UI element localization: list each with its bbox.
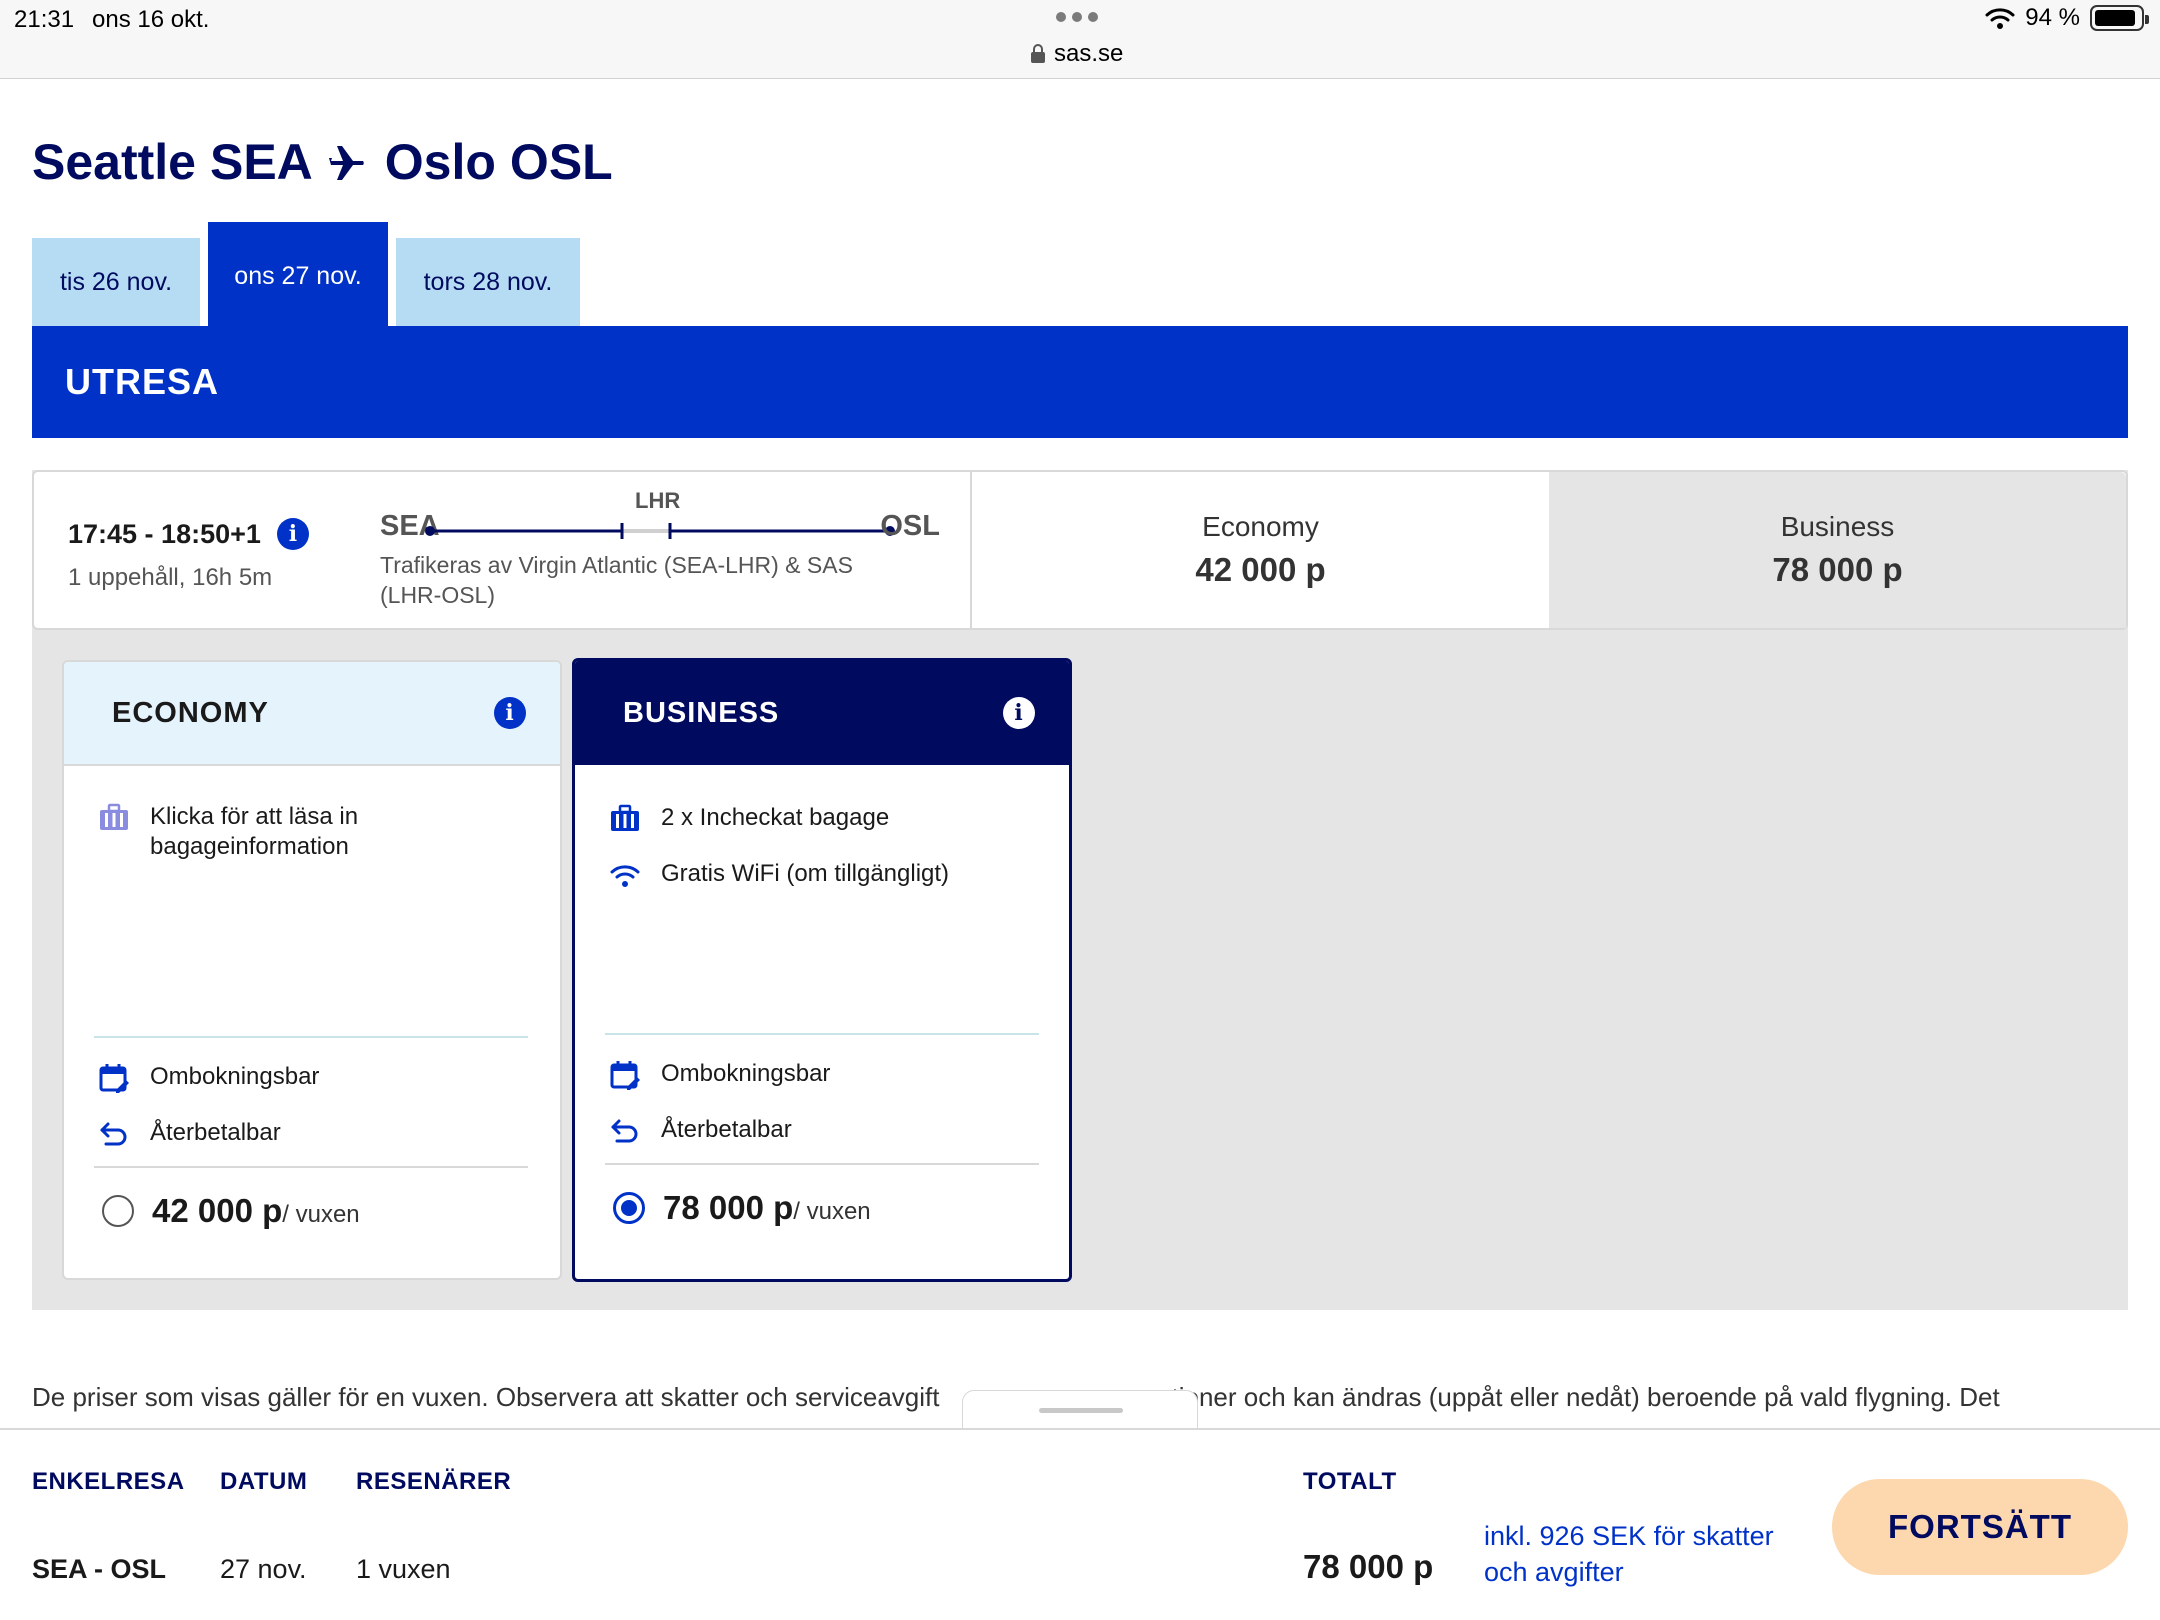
summary-travellers-label: RESENÄRER — [356, 1468, 512, 1495]
disclaimer-text-rest: tioner och kan ändras (uppåt eller nedåt… — [1171, 1382, 2000, 1412]
flight-stops: 1 uppehåll, 16h 5m — [68, 564, 273, 591]
origin-city: Seattle — [32, 134, 196, 190]
feature-rebookable: Ombokningsbar — [609, 1059, 830, 1091]
tab-options-dots-icon[interactable] — [1056, 12, 1098, 22]
feature-text: Ombokningsbar — [150, 1063, 320, 1090]
flight-time: 17:45 - 18:50+1 i — [68, 518, 309, 550]
calendar-edit-icon — [99, 1064, 129, 1093]
feature-text: Klicka för att läsa in bagageinformation — [150, 803, 359, 860]
status-bar: 21:31 ons 16 okt. sas.se 94 % — [0, 0, 2160, 79]
disclaimer-text: De priser som visas gäller för en vuxen.… — [32, 1382, 940, 1412]
fare-radio-economy[interactable] — [102, 1195, 134, 1227]
operated-by: Trafikeras av Virgin Atlantic (SEA-LHR) … — [380, 552, 853, 608]
fare-price-economy[interactable]: 42 000 p/ vuxen — [102, 1192, 360, 1230]
flight-time-text: 17:45 - 18:50+1 — [68, 518, 261, 549]
calendar-edit-icon — [610, 1061, 640, 1090]
summary-total-value: 78 000 p — [1303, 1548, 1434, 1585]
divider — [605, 1163, 1039, 1165]
plane-icon — [328, 146, 364, 180]
feature-text: 2 x Incheckat bagage — [661, 804, 890, 831]
flight-info[interactable]: 17:45 - 18:50+1 i 1 uppehåll, 16h 5m SEA… — [34, 472, 972, 628]
bottom-sheet-handle[interactable] — [962, 1390, 1198, 1430]
info-icon[interactable]: i — [276, 518, 309, 550]
status-time: 21:31 — [14, 6, 75, 33]
fare-title: BUSINESS — [623, 696, 780, 729]
divider — [605, 1033, 1039, 1035]
tab-date-26-nov[interactable]: tis 26 nov. — [32, 238, 200, 327]
feature-text: Återbetalbar — [150, 1119, 281, 1146]
destination-code: OSL — [509, 134, 613, 190]
status-date: ons 16 okt. — [92, 6, 210, 33]
tab-date-28-nov[interactable]: tors 28 nov. — [396, 238, 580, 327]
route-stops-markers — [425, 523, 895, 539]
summary-date-label: DATUM — [220, 1468, 308, 1495]
price-economy[interactable]: Economy 42 000 p — [972, 472, 1549, 628]
status-right: 94 % — [1985, 4, 2149, 32]
origin-code: SEA — [209, 134, 313, 190]
refund-arrow-icon — [100, 1122, 127, 1146]
section-title-outbound: UTRESA — [32, 326, 2128, 438]
fare-price-value: 42 000 p — [152, 1192, 283, 1229]
info-icon[interactable]: i — [1003, 697, 1035, 729]
feature-rebookable: Ombokningsbar — [98, 1062, 319, 1094]
feature-text: Ombokningsbar — [661, 1060, 831, 1087]
fare-title: ECONOMY — [112, 696, 269, 729]
fare-price-per: / vuxen — [282, 1201, 360, 1228]
fare-price-value: 78 000 p — [663, 1189, 794, 1226]
summary-travellers-value: 1 vuxen — [356, 1554, 451, 1584]
booking-summary: ENKELRESA DATUM RESENÄRER TOTALT SEA - O… — [0, 1428, 2160, 1620]
url-text: sas.se — [1054, 40, 1124, 67]
divider — [94, 1036, 528, 1038]
luggage-icon — [100, 803, 128, 830]
price-economy-value: 42 000 p — [1195, 551, 1326, 588]
price-business-value: 78 000 p — [1772, 551, 1903, 588]
summary-tax-link[interactable]: inkl. 926 SEK för skatter och avgifter — [1484, 1518, 1814, 1590]
summary-trip-value: SEA - OSL — [32, 1554, 167, 1584]
fare-card-economy[interactable]: ECONOMY i Klicka för att läsa in bagagei… — [62, 660, 562, 1280]
feature-wifi: Gratis WiFi (om tillgängligt) — [609, 859, 949, 891]
feature-text: Gratis WiFi (om tillgängligt) — [661, 860, 950, 887]
price-business-label: Business — [1780, 511, 1895, 542]
wifi-icon — [610, 865, 640, 887]
flight-row: 17:45 - 18:50+1 i 1 uppehåll, 16h 5m SEA… — [32, 470, 2128, 630]
page-title: Seattle SEA Oslo OSL — [32, 133, 613, 191]
date-tabs: tis 26 nov. ons 27 nov. tors 28 nov. — [32, 222, 612, 327]
continue-button[interactable]: FORTSÄTT — [1832, 1479, 2128, 1575]
summary-total-label: TOTALT — [1303, 1468, 1397, 1495]
price-economy-label: Economy — [1202, 511, 1319, 542]
price-business[interactable]: Business 78 000 p — [1549, 472, 2126, 628]
tab-date-27-nov[interactable]: ons 27 nov. — [208, 222, 388, 327]
address-bar[interactable]: sas.se — [1030, 40, 1123, 68]
destination-city: Oslo — [384, 134, 496, 190]
fare-card-header: BUSINESS i — [575, 661, 1069, 765]
feature-text: Återbetalbar — [661, 1116, 792, 1143]
feature-baggage: 2 x Incheckat bagage — [609, 803, 889, 835]
lock-icon — [1031, 44, 1045, 63]
route-destination: OSL — [880, 510, 940, 542]
battery-icon — [2090, 5, 2149, 31]
flight-route: SEA LHR OSL — [380, 488, 940, 542]
battery-percent: 94 % — [2025, 4, 2080, 31]
feature-refundable: Återbetalbar — [609, 1115, 792, 1147]
flight-selection-area: 17:45 - 18:50+1 i 1 uppehåll, 16h 5m SEA… — [32, 470, 2128, 1310]
luggage-icon — [611, 804, 639, 831]
divider — [94, 1166, 528, 1168]
refund-arrow-icon — [611, 1119, 638, 1143]
fare-card-business[interactable]: BUSINESS i 2 x Incheckat bagage Gratis W… — [572, 658, 1072, 1282]
wifi-icon — [1985, 8, 2015, 29]
feature-refundable: Återbetalbar — [98, 1118, 281, 1150]
summary-trip-label: ENKELRESA — [32, 1468, 185, 1495]
fare-card-header: ECONOMY i — [64, 662, 560, 766]
info-icon[interactable]: i — [494, 697, 526, 729]
fare-radio-business[interactable] — [613, 1192, 645, 1224]
summary-date-value: 27 nov. — [220, 1554, 307, 1584]
feature-baggage[interactable]: Klicka för att läsa in bagageinformation — [98, 802, 390, 862]
fare-price-business[interactable]: 78 000 p/ vuxen — [613, 1189, 871, 1227]
fare-price-per: / vuxen — [793, 1198, 871, 1225]
